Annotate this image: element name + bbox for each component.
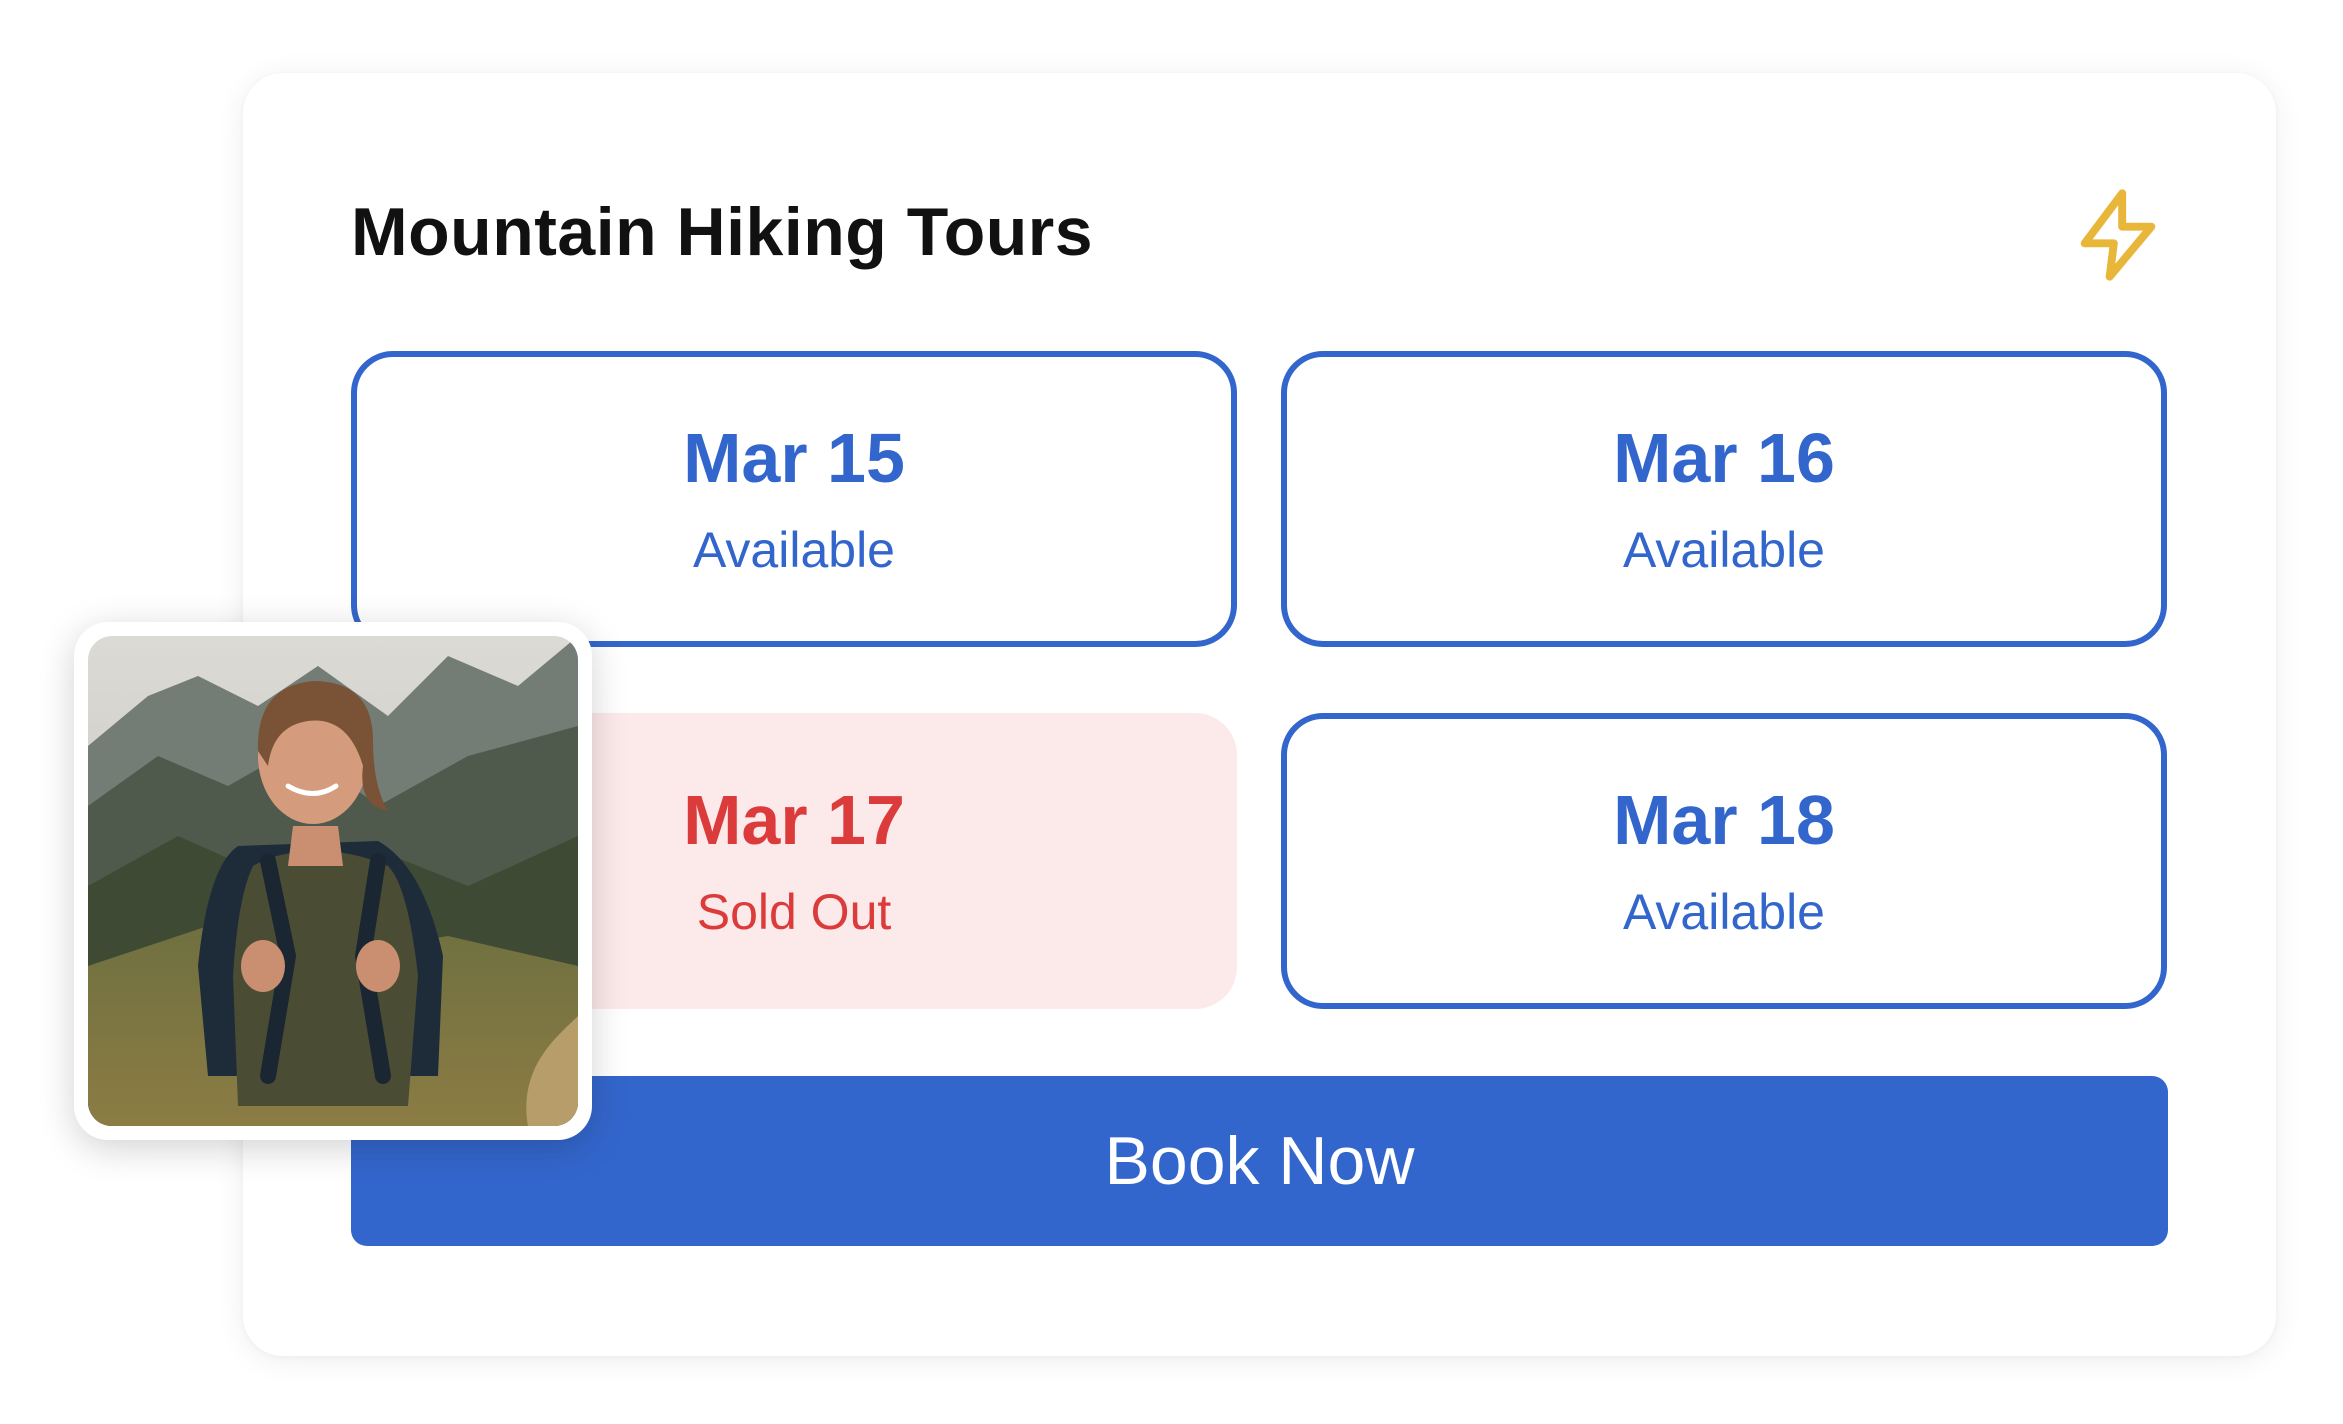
book-now-button[interactable]: Book Now [351, 1076, 2168, 1246]
card-title: Mountain Hiking Tours [351, 194, 1094, 270]
date-label: Mar 17 [683, 781, 905, 859]
availability-status: Available [1622, 884, 1825, 940]
page: Mountain Hiking Tours Mar 15 Available M… [0, 0, 2343, 1424]
date-option-mar-15[interactable]: Mar 15 Available [351, 351, 1237, 647]
availability-status: Sold Out [696, 884, 892, 940]
availability-status: Available [692, 522, 895, 578]
hiker-photo-frame [74, 622, 592, 1140]
date-label: Mar 16 [1613, 419, 1835, 497]
lightning-bolt-icon [2080, 189, 2156, 281]
availability-status: Available [1622, 522, 1825, 578]
date-label: Mar 15 [683, 419, 905, 497]
hiker-photo [88, 636, 578, 1126]
date-label: Mar 18 [1613, 781, 1835, 859]
date-option-mar-18[interactable]: Mar 18 Available [1281, 713, 2167, 1009]
date-option-mar-16[interactable]: Mar 16 Available [1281, 351, 2167, 647]
